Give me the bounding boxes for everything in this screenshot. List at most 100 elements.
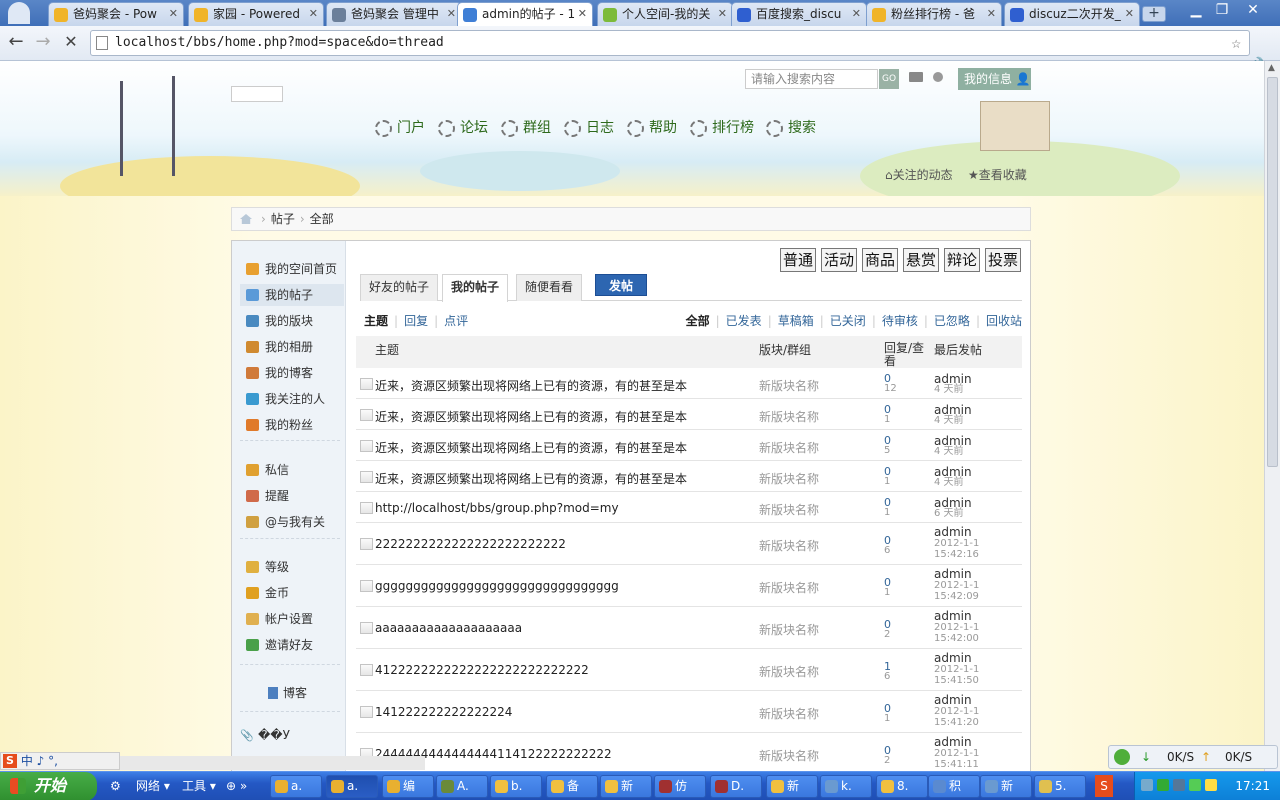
- browser-tab[interactable]: 粉丝排行榜 - 爸 ✕: [866, 2, 1002, 26]
- tab-close-icon[interactable]: ✕: [447, 3, 456, 25]
- new-post-button[interactable]: 发帖: [595, 274, 647, 296]
- breadcrumb-item[interactable]: 帖子: [271, 212, 295, 226]
- tab-close-icon[interactable]: ✕: [718, 3, 727, 25]
- filter-recycle[interactable]: 回收站: [986, 314, 1022, 328]
- thread-forum[interactable]: 新版块名称: [759, 439, 819, 456]
- filter-subject[interactable]: 主题: [364, 314, 388, 328]
- address-bar[interactable]: localhost/bbs/home.php?mod=space&do=thre…: [90, 30, 1250, 56]
- thread-forum[interactable]: 新版块名称: [759, 377, 819, 394]
- taskbar-button[interactable]: 5.: [1034, 775, 1086, 798]
- taskbar-button[interactable]: 新: [766, 775, 818, 798]
- browser-tab[interactable]: 个人空间-我的关 ✕: [597, 2, 733, 26]
- nav-help[interactable]: 帮助: [627, 118, 677, 138]
- taskbar-button[interactable]: A.: [436, 775, 488, 798]
- thread-forum[interactable]: 新版块名称: [759, 747, 819, 764]
- tray-icon[interactable]: [1141, 779, 1153, 791]
- sidebar-item[interactable]: 我的帖子: [240, 284, 344, 306]
- quicklaunch-network[interactable]: 网络 ▾: [136, 775, 170, 797]
- taskbar-button[interactable]: 积: [928, 775, 980, 798]
- browser-tab[interactable]: 爸妈聚会 管理中 ✕: [326, 2, 462, 26]
- taskbar-button[interactable]: 8.: [876, 775, 928, 798]
- last-post-author[interactable]: admin: [934, 694, 972, 706]
- attachment-link[interactable]: 📎 ��У: [240, 728, 290, 742]
- thread-title[interactable]: http://localhost/bbs/group.php?mod=my: [375, 501, 619, 515]
- tab-browse[interactable]: 随便看看: [516, 274, 583, 301]
- search-go-button[interactable]: GO: [879, 69, 899, 89]
- browser-tab[interactable]: admin的帖子 - 1 ✕: [457, 2, 593, 27]
- user-avatar-icon[interactable]: [8, 2, 30, 24]
- sidebar-item[interactable]: 我的空间首页: [240, 258, 344, 280]
- notification-icon[interactable]: [933, 72, 943, 82]
- filter-drafts[interactable]: 草稿箱: [778, 314, 814, 328]
- filter-published[interactable]: 已发表: [726, 314, 762, 328]
- taskbar-button[interactable]: D.: [710, 775, 762, 798]
- tab-close-icon[interactable]: ✕: [1125, 3, 1134, 25]
- site-search-input[interactable]: 请输入搜索内容: [745, 69, 878, 89]
- sidebar-item[interactable]: 我的相册: [240, 336, 344, 358]
- nav-group[interactable]: 群组: [501, 118, 551, 138]
- taskbar-button[interactable]: k.: [820, 775, 872, 798]
- nav-forum[interactable]: 论坛: [438, 118, 488, 138]
- maximize-button[interactable]: ❐: [1209, 2, 1235, 20]
- post-type-button[interactable]: 投票: [985, 248, 1021, 272]
- tab-close-icon[interactable]: ✕: [987, 3, 996, 25]
- thread-title[interactable]: 近来，资源区频繁出现将网络上已有的资源，有的甚至是本: [375, 377, 687, 394]
- thread-forum[interactable]: 新版块名称: [759, 621, 819, 638]
- thread-forum[interactable]: 新版块名称: [759, 705, 819, 722]
- net-speed-widget[interactable]: ↓ 0K/S ↑ 0K/S: [1108, 745, 1278, 769]
- ime-toolbar[interactable]: S 中 ♪ °,: [0, 752, 120, 770]
- tray-icon[interactable]: [1205, 779, 1217, 791]
- sidebar-item[interactable]: 提醒: [240, 485, 344, 507]
- filter-ignored[interactable]: 已忽略: [934, 314, 970, 328]
- thread-forum[interactable]: 新版块名称: [759, 663, 819, 680]
- taskbar-button[interactable]: 新: [600, 775, 652, 798]
- post-type-button[interactable]: 悬赏: [903, 248, 939, 272]
- browser-tab[interactable]: 家园 - Powered ✕: [188, 2, 324, 26]
- sidebar-item[interactable]: 邀请好友: [240, 634, 344, 656]
- filter-comment[interactable]: 点评: [444, 314, 468, 328]
- thread-forum[interactable]: 新版块名称: [759, 537, 819, 554]
- filter-all[interactable]: 全部: [686, 314, 710, 328]
- thread-forum[interactable]: 新版块名称: [759, 501, 819, 518]
- nav-blog[interactable]: 日志: [564, 118, 614, 138]
- tab-close-icon[interactable]: ✕: [852, 3, 861, 25]
- last-post-author[interactable]: admin: [934, 736, 972, 748]
- page-scrollbar[interactable]: ▲: [1264, 61, 1280, 771]
- post-type-button[interactable]: 辩论: [944, 248, 980, 272]
- tab-friends-threads[interactable]: 好友的帖子: [360, 274, 439, 301]
- forward-icon[interactable]: →: [32, 32, 54, 54]
- sidebar-item[interactable]: 帐户设置: [240, 608, 344, 630]
- tab-close-icon[interactable]: ✕: [169, 3, 178, 25]
- scrollbar-thumb[interactable]: [1267, 77, 1278, 467]
- sidebar-item[interactable]: 等级: [240, 556, 344, 578]
- taskbar-button[interactable]: 备: [546, 775, 598, 798]
- thread-forum[interactable]: 新版块名称: [759, 470, 819, 487]
- sidebar-item[interactable]: 我的粉丝: [240, 414, 344, 436]
- stop-icon[interactable]: ✕: [60, 32, 82, 54]
- taskbar-button[interactable]: 编: [382, 775, 434, 798]
- post-type-button[interactable]: 活动: [821, 248, 857, 272]
- browser-tab[interactable]: 百度搜索_discu ✕: [731, 2, 867, 26]
- browser-tab[interactable]: 爸妈聚会 - Pow ✕: [48, 2, 184, 26]
- taskbar-button[interactable]: b.: [490, 775, 542, 798]
- nav-ranking[interactable]: 排行榜: [690, 118, 754, 138]
- tray-icon[interactable]: [1157, 779, 1169, 791]
- thread-title[interactable]: aaaaaaaaaaaaaaaaaaaa: [375, 621, 522, 635]
- nav-search[interactable]: 搜索: [766, 118, 816, 138]
- sidebar-item[interactable]: @与我有关: [240, 511, 344, 533]
- scroll-up-icon[interactable]: ▲: [1268, 63, 1275, 73]
- sidebar-item[interactable]: 金币: [240, 582, 344, 604]
- blog-button[interactable]: 博客: [268, 684, 307, 702]
- last-post-author[interactable]: admin: [934, 610, 972, 622]
- post-type-button[interactable]: 商品: [862, 248, 898, 272]
- taskbar-button[interactable]: a.: [326, 775, 378, 798]
- taskbar-button[interactable]: 仿: [654, 775, 706, 798]
- sidebar-item[interactable]: 私信: [240, 459, 344, 481]
- start-button[interactable]: 开始: [0, 772, 97, 800]
- new-tab-button[interactable]: +: [1142, 6, 1166, 22]
- site-logo[interactable]: [231, 86, 283, 102]
- nav-portal[interactable]: 门户: [375, 118, 425, 138]
- thread-title[interactable]: 近来，资源区频繁出现将网络上已有的资源，有的甚至是本: [375, 470, 687, 487]
- sogou-taskbar-icon[interactable]: S: [1095, 775, 1113, 797]
- minimize-button[interactable]: ▁: [1183, 2, 1209, 20]
